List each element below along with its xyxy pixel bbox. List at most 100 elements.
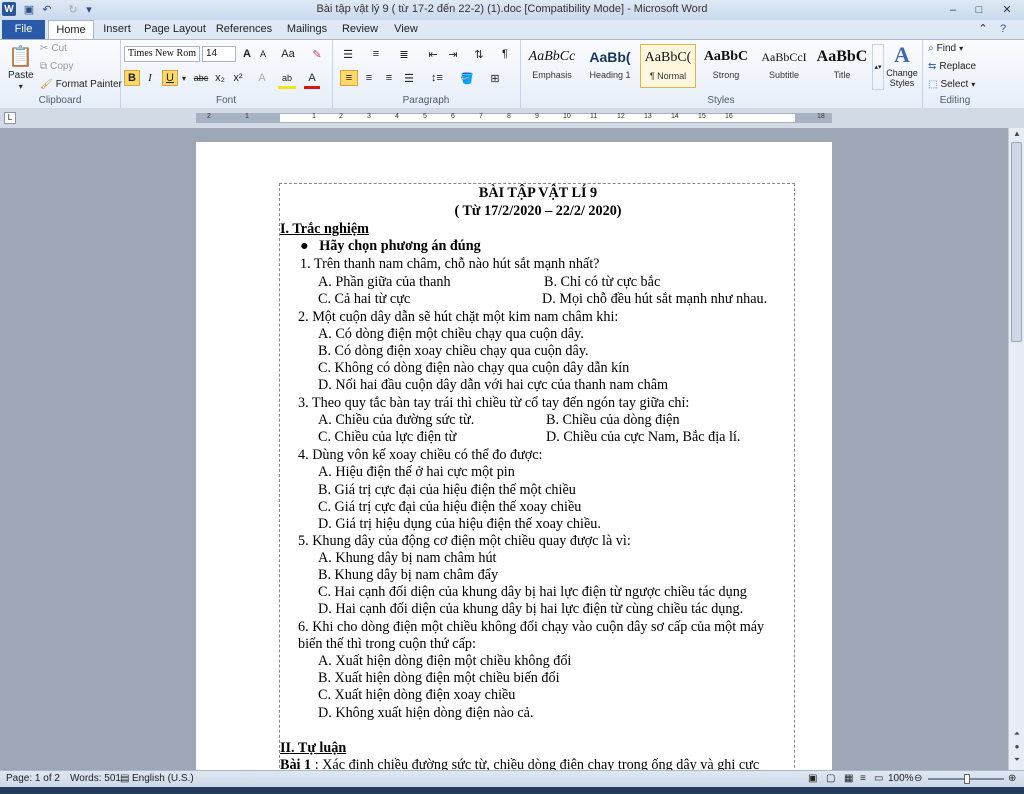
print-layout-view-icon[interactable]: ▣ bbox=[808, 773, 817, 784]
line-spacing-icon[interactable]: ↕≡ bbox=[426, 70, 448, 86]
tab-selector-icon[interactable]: L bbox=[4, 112, 16, 124]
font-color-button[interactable]: A bbox=[304, 70, 320, 89]
tab-view[interactable]: View bbox=[386, 20, 426, 39]
answer-line: B. Có dòng điện xoay chiều chạy qua cuộn… bbox=[318, 343, 589, 359]
ruler-number: 3 bbox=[367, 113, 371, 120]
paste-button[interactable]: 📋 Paste ▾ bbox=[8, 44, 34, 91]
spelling-check-icon[interactable]: ▤ bbox=[120, 773, 129, 784]
strikethrough-button[interactable]: abc bbox=[192, 70, 210, 86]
window-title: Bài tập vật lý 9 ( từ 17-2 đến 22-2) (1)… bbox=[316, 3, 708, 15]
ruler-number: 9 bbox=[535, 113, 539, 120]
ruler-number: 4 bbox=[395, 113, 399, 120]
answer-line: C. Xuất hiện dòng điện xoay chiều bbox=[318, 687, 516, 703]
answer-line: D. Không xuất hiện dòng điện nào cả. bbox=[318, 705, 534, 721]
style-normal[interactable]: AaBbC( ¶ Normal bbox=[640, 44, 696, 88]
change-styles-button[interactable]: A Change Styles bbox=[884, 42, 920, 88]
paste-dropdown-icon: ▾ bbox=[18, 82, 23, 91]
ruler-number: 10 bbox=[563, 113, 571, 120]
borders-icon[interactable]: ⊞ bbox=[484, 70, 506, 86]
replace-button[interactable]: ⇆ Replace bbox=[928, 61, 976, 72]
draft-view-icon[interactable]: ▭ bbox=[874, 773, 883, 784]
tab-insert[interactable]: Insert bbox=[96, 20, 138, 39]
minimize-ribbon-icon[interactable]: ⌃ bbox=[976, 20, 990, 39]
outline-view-icon[interactable]: ≡ bbox=[860, 773, 866, 784]
next-page-icon[interactable]: ⏷ bbox=[1010, 754, 1024, 766]
cut-button[interactable]: ✂ Cut bbox=[40, 43, 67, 54]
align-left-icon[interactable]: ≡ bbox=[340, 70, 358, 86]
zoom-out-icon[interactable]: ⊖ bbox=[914, 773, 922, 784]
font-label: Font bbox=[215, 95, 236, 106]
shrink-font-button[interactable]: A bbox=[256, 46, 270, 62]
numbering-icon[interactable]: ≡ bbox=[366, 46, 386, 62]
ruler-number: 14 bbox=[671, 113, 679, 120]
text-effects-button[interactable]: A bbox=[254, 70, 270, 86]
find-button[interactable]: ⌕ Find ▾ bbox=[928, 43, 963, 54]
bold-button[interactable]: B bbox=[124, 70, 140, 86]
zoom-in-icon[interactable]: ⊕ bbox=[1008, 773, 1016, 784]
language-indicator[interactable]: English (U.S.) bbox=[132, 773, 194, 784]
tab-file[interactable]: File bbox=[2, 20, 45, 39]
word-count[interactable]: Words: 501 bbox=[70, 773, 121, 784]
subscript-button[interactable]: x₂ bbox=[212, 70, 228, 86]
tab-home[interactable]: Home bbox=[48, 20, 94, 40]
windows-taskbar bbox=[0, 787, 1024, 794]
style-emphasis[interactable]: AaBbCc Emphasis bbox=[524, 44, 580, 88]
help-icon[interactable]: ? bbox=[996, 20, 1010, 39]
copy-button[interactable]: ⧉ Copy bbox=[40, 61, 74, 72]
show-formatting-marks-icon[interactable]: ¶ bbox=[496, 46, 514, 62]
highlight-color-button[interactable]: ab bbox=[278, 70, 296, 89]
answer-line: C. Giá trị cực đại của hiệu điện thế xoa… bbox=[318, 499, 582, 515]
answer-line: A. Phần giữa của thanh bbox=[318, 274, 451, 290]
select-button[interactable]: ⬚ Select ▾ bbox=[928, 79, 975, 90]
tab-mailings[interactable]: Mailings bbox=[280, 20, 334, 39]
style-strong[interactable]: AaBbC Strong bbox=[698, 44, 754, 88]
superscript-button[interactable]: x² bbox=[230, 70, 246, 86]
format-painter-button[interactable]: 🖌 Format Painter bbox=[40, 79, 122, 90]
style-subtitle[interactable]: AaBbCcI Subtitle bbox=[756, 44, 812, 88]
browse-object-icon[interactable]: ● bbox=[1010, 741, 1024, 753]
tab-references[interactable]: References bbox=[212, 20, 276, 39]
tab-review[interactable]: Review bbox=[338, 20, 382, 39]
clear-formatting-icon[interactable]: ✎ bbox=[308, 46, 326, 62]
bullets-icon[interactable]: ☰ bbox=[338, 46, 358, 62]
maximize-button[interactable]: □ bbox=[968, 1, 990, 18]
web-layout-icon[interactable]: ▦ bbox=[844, 773, 853, 784]
grow-font-button[interactable]: A bbox=[240, 46, 254, 62]
underline-dropdown-icon[interactable]: ▾ bbox=[180, 70, 188, 86]
zoom-level[interactable]: 100% bbox=[888, 773, 914, 784]
bullet-icon: ● bbox=[300, 238, 320, 254]
previous-page-icon[interactable]: ⏶ bbox=[1010, 728, 1024, 740]
styles-label: Styles bbox=[707, 95, 735, 106]
zoom-slider-handle[interactable] bbox=[964, 774, 970, 784]
question-line: 3. Theo quy tắc bàn tay trái thì chiều t… bbox=[298, 395, 690, 411]
font-name-combo[interactable]: Times New Rom bbox=[124, 46, 200, 62]
font-size-combo[interactable]: 14 bbox=[202, 46, 236, 62]
vertical-scrollbar[interactable]: ▲ ⏶ ● ⏷ bbox=[1008, 128, 1024, 770]
change-case-button[interactable]: Aa bbox=[278, 46, 298, 62]
align-center-icon[interactable]: ≡ bbox=[360, 70, 378, 86]
decrease-indent-icon[interactable]: ⇤ bbox=[424, 46, 442, 62]
italic-button[interactable]: I bbox=[142, 70, 158, 86]
minimize-button[interactable]: – bbox=[942, 1, 964, 18]
full-screen-reading-icon[interactable]: ▢ bbox=[826, 773, 835, 784]
underline-button[interactable]: U bbox=[162, 70, 178, 86]
style-title[interactable]: AaBbC Title bbox=[814, 44, 870, 88]
sort-icon[interactable]: ⇅ bbox=[470, 46, 488, 62]
increase-indent-icon[interactable]: ⇥ bbox=[444, 46, 462, 62]
tab-page-layout[interactable]: Page Layout bbox=[142, 20, 208, 39]
styles-scroll-icon[interactable]: ▴▾ bbox=[872, 44, 884, 90]
justify-icon[interactable]: ☰ bbox=[400, 70, 418, 86]
answer-line: A. Chiều của đường sức từ. bbox=[318, 412, 475, 428]
shading-icon[interactable]: 🪣 bbox=[456, 70, 478, 86]
section-heading-trac-nghiem: I. Trắc nghiệm bbox=[280, 221, 369, 237]
ruler-number: 6 bbox=[451, 113, 455, 120]
scroll-up-icon[interactable]: ▲ bbox=[1010, 128, 1024, 140]
bullet-instruction: ● Hãy chọn phương án đúng bbox=[300, 238, 481, 254]
multilevel-list-icon[interactable]: ≣ bbox=[394, 46, 414, 62]
page-count[interactable]: Page: 1 of 2 bbox=[6, 773, 60, 784]
style-heading-1[interactable]: AaBb( Heading 1 bbox=[582, 44, 638, 88]
horizontal-ruler[interactable]: 2 1 1 2 3 4 5 6 7 8 9 10 11 12 13 14 15 … bbox=[196, 113, 832, 123]
close-button[interactable]: ✕ bbox=[996, 1, 1018, 18]
align-right-icon[interactable]: ≡ bbox=[380, 70, 398, 86]
scrollbar-thumb[interactable] bbox=[1011, 142, 1022, 342]
